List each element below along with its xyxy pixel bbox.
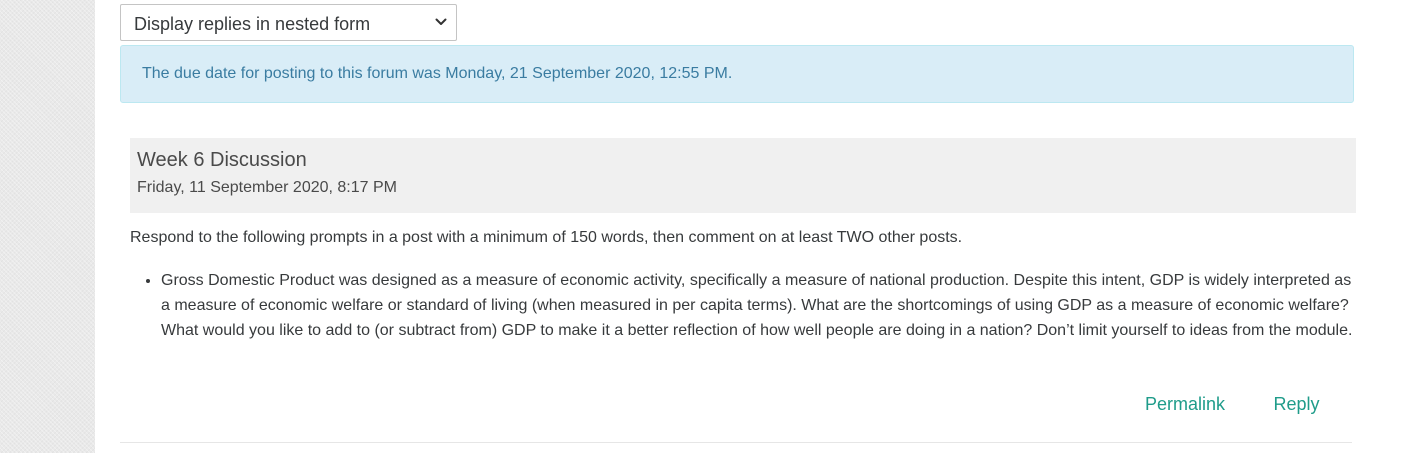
post-header: Week 6 Discussion Friday, 11 September 2… bbox=[130, 138, 1356, 213]
display-mode-selected-value: Display replies in nested form bbox=[134, 14, 371, 34]
post-intro: Respond to the following prompts in a po… bbox=[130, 229, 963, 246]
post-actions: Permalink Reply bbox=[1145, 394, 1320, 415]
post-title: Week 6 Discussion bbox=[137, 149, 307, 171]
due-date-notice-text: The due date for posting to this forum w… bbox=[142, 65, 733, 82]
post-body: Respond to the following prompts in a po… bbox=[130, 228, 1356, 343]
post-prompt-list: Gross Domestic Product was designed as a… bbox=[130, 268, 1356, 343]
display-mode-select[interactable]: Display replies in nested form bbox=[120, 4, 457, 41]
reply-link[interactable]: Reply bbox=[1273, 394, 1319, 415]
list-item: Gross Domestic Product was designed as a… bbox=[161, 268, 1356, 343]
post-date: Friday, 11 September 2020, 8:17 PM bbox=[137, 179, 397, 196]
post-divider bbox=[120, 442, 1352, 443]
page-background-gutter bbox=[0, 0, 95, 453]
chevron-down-icon bbox=[435, 18, 447, 25]
permalink-link[interactable]: Permalink bbox=[1145, 394, 1225, 415]
due-date-notice: The due date for posting to this forum w… bbox=[120, 45, 1354, 103]
